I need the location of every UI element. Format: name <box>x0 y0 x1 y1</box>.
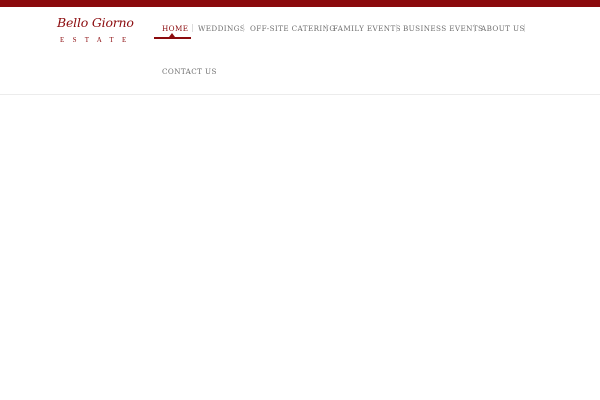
nav-separator <box>326 24 327 32</box>
nav-separator <box>474 24 475 32</box>
nav-item-family-events[interactable]: FAMILY EVENTS <box>333 24 401 34</box>
nav-item-about-us[interactable]: ABOUT US <box>481 24 525 34</box>
nav-item-weddings[interactable]: WEDDINGS <box>198 24 245 34</box>
nav-separator <box>192 24 193 32</box>
active-underline <box>154 37 191 39</box>
nav-separator <box>524 24 525 32</box>
page-content-area <box>0 95 600 400</box>
nav-item-contact-us[interactable]: CONTACT US <box>162 67 217 77</box>
nav-item-off-site-catering[interactable]: OFF-SITE CATERING <box>250 24 335 34</box>
nav-item-business-events[interactable]: BUSINESS EVENTS <box>403 24 483 34</box>
top-accent-bar <box>0 0 600 7</box>
nav-item-home[interactable]: HOME <box>162 24 188 34</box>
nav-separator <box>396 24 397 32</box>
main-navigation: HOME WEDDINGS OFF-SITE CATERING FAMILY E… <box>0 7 600 94</box>
site-header: Bello Giorno ESTATE HOME WEDDINGS OFF-SI… <box>0 7 600 95</box>
nav-separator <box>243 24 244 32</box>
